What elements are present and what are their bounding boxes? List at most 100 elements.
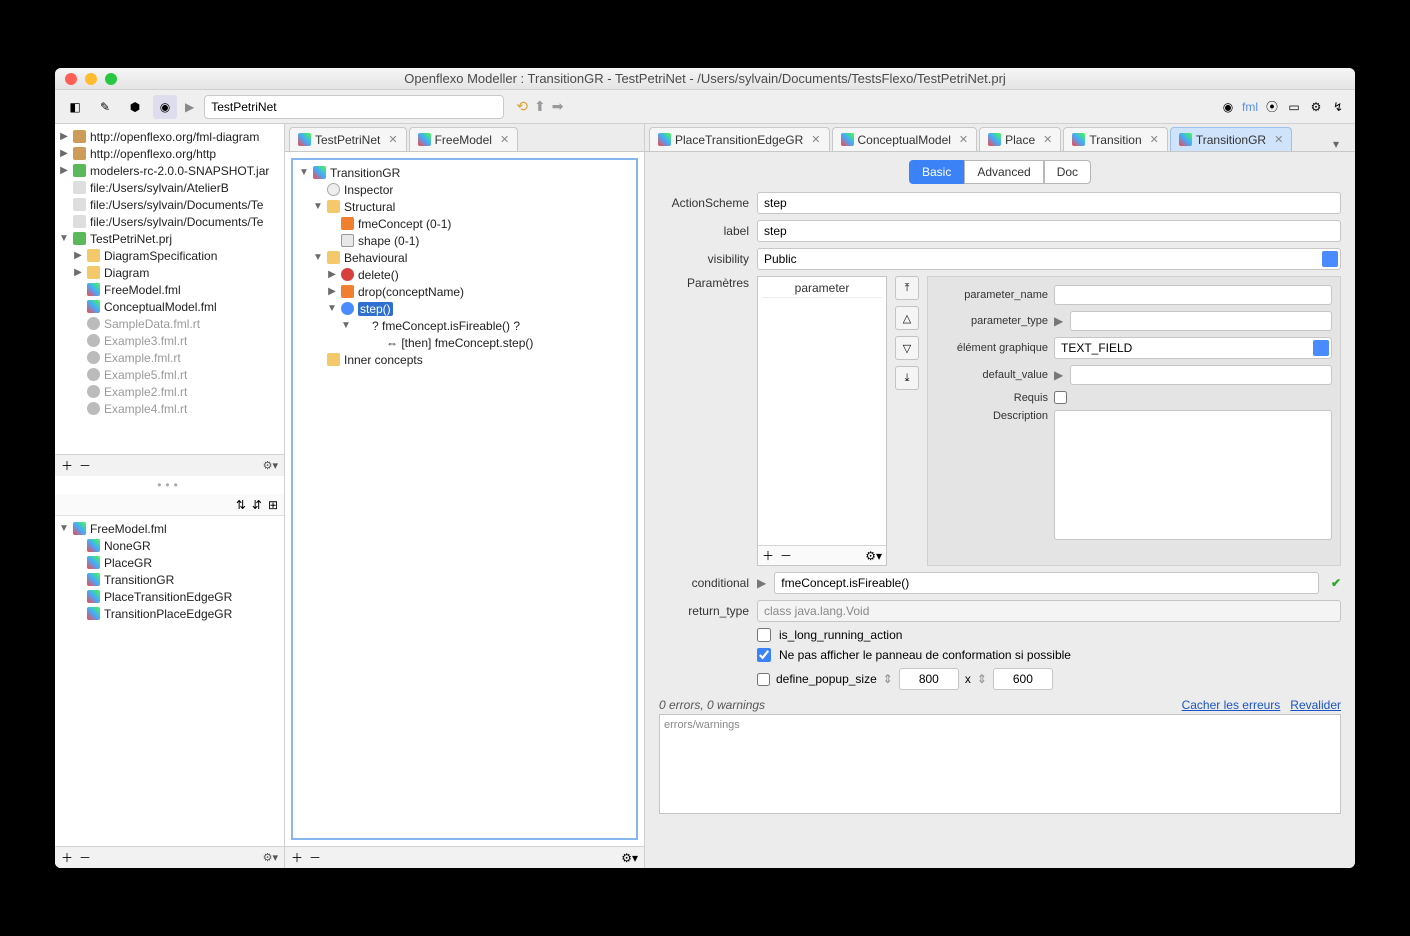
toolbar-icon-4[interactable]: ◉ xyxy=(153,95,177,119)
param-add-icon[interactable]: ＋ xyxy=(762,547,774,564)
splitter-handle[interactable]: ••• xyxy=(55,476,284,494)
remove-icon[interactable]: － xyxy=(79,457,91,474)
tree-row[interactable]: Example3.fml.rt xyxy=(57,332,282,349)
disclosure-icon[interactable]: ▼ xyxy=(313,201,323,212)
hide-errors-link[interactable]: Cacher les erreurs xyxy=(1182,698,1281,712)
param-name-input[interactable] xyxy=(1054,285,1332,305)
tab-advanced[interactable]: Advanced xyxy=(964,160,1043,184)
param-remove-icon[interactable]: － xyxy=(780,547,792,564)
disclosure-icon[interactable]: ▼ xyxy=(299,167,309,178)
breadcrumb-input[interactable]: TestPetriNet xyxy=(204,95,504,119)
gear-icon[interactable]: ⚙▾ xyxy=(263,459,278,472)
perspective-icon-3[interactable]: ⦿ xyxy=(1263,98,1281,116)
move-bottom-icon[interactable]: ⤓ xyxy=(895,366,919,390)
nav-forward-icon[interactable]: ➡ xyxy=(552,98,564,115)
tree-row[interactable]: ▶http://openflexo.org/http xyxy=(57,145,282,162)
tree-row[interactable]: Example2.fml.rt xyxy=(57,383,282,400)
disclosure-icon[interactable]: ▶ xyxy=(327,286,337,297)
editor-tab[interactable]: PlaceTransitionEdgeGR✕ xyxy=(649,127,830,151)
tree-row[interactable]: ▼TransitionGR xyxy=(297,164,632,181)
nav-back-icon[interactable]: ⟲ xyxy=(516,98,528,115)
perspective-icon-4[interactable]: ▭ xyxy=(1285,98,1303,116)
move-down-icon[interactable]: ▽ xyxy=(895,336,919,360)
action-scheme-input[interactable] xyxy=(757,192,1341,214)
editor-tab[interactable]: TestPetriNet✕ xyxy=(289,127,407,151)
perspective-icon-2[interactable]: fml xyxy=(1241,98,1259,116)
tree-row[interactable]: TransitionPlaceEdgeGR xyxy=(57,605,282,622)
long-running-checkbox[interactable] xyxy=(757,628,771,642)
perspective-icon-5[interactable]: ⚙ xyxy=(1307,98,1325,116)
close-tab-icon[interactable]: ✕ xyxy=(1043,133,1052,146)
close-tab-icon[interactable]: ✕ xyxy=(811,133,820,146)
close-tab-icon[interactable]: ✕ xyxy=(388,133,397,146)
close-window-icon[interactable] xyxy=(65,73,77,85)
editor-tab[interactable]: Place✕ xyxy=(979,127,1061,151)
hierarchy-icon-3[interactable]: ⊞ xyxy=(268,498,278,512)
gear-icon[interactable]: ⚙▾ xyxy=(865,549,882,563)
model-browser[interactable]: ▼FreeModel.fmlNoneGRPlaceGRTransitionGRP… xyxy=(55,516,284,846)
popup-width-input[interactable] xyxy=(899,668,959,690)
concept-outline[interactable]: ▼TransitionGRInspector▼StructuralfmeConc… xyxy=(291,158,638,840)
close-tab-icon[interactable]: ✕ xyxy=(500,133,509,146)
tree-row[interactable]: ▼step() xyxy=(297,300,632,317)
visibility-select[interactable]: Public xyxy=(757,248,1341,270)
stepper-icon[interactable]: ⇕ xyxy=(883,672,893,686)
close-tab-icon[interactable]: ✕ xyxy=(1274,133,1283,146)
nav-up-icon[interactable]: ⬆ xyxy=(534,98,546,115)
toolbar-icon-2[interactable]: ✎ xyxy=(93,95,117,119)
tree-row[interactable]: SampleData.fml.rt xyxy=(57,315,282,332)
close-tab-icon[interactable]: ✕ xyxy=(1150,133,1159,146)
tree-row[interactable]: ▼? fmeConcept.isFireable() ? xyxy=(297,317,632,334)
tree-row[interactable]: Example.fml.rt xyxy=(57,349,282,366)
conditional-input[interactable] xyxy=(774,572,1319,594)
disclosure-icon[interactable]: ▼ xyxy=(341,320,351,331)
editor-tab[interactable]: TransitionGR✕ xyxy=(1170,127,1292,151)
hierarchy-icon-1[interactable]: ⇅ xyxy=(236,498,246,512)
zoom-window-icon[interactable] xyxy=(105,73,117,85)
tree-row[interactable]: file:/Users/sylvain/AtelierB xyxy=(57,179,282,196)
minimize-window-icon[interactable] xyxy=(85,73,97,85)
toolbar-icon-3[interactable]: ⬢ xyxy=(123,95,147,119)
tree-row[interactable]: PlaceGR xyxy=(57,554,282,571)
disclosure-icon[interactable]: ▼ xyxy=(327,303,337,314)
gear-icon[interactable]: ⚙▾ xyxy=(263,851,278,864)
disclosure-icon[interactable]: ▶ xyxy=(327,269,337,280)
errors-list[interactable]: errors/warnings xyxy=(659,714,1341,814)
tree-row[interactable]: FreeModel.fml xyxy=(57,281,282,298)
toolbar-icon-1[interactable]: ◧ xyxy=(63,95,87,119)
move-top-icon[interactable]: ⤒ xyxy=(895,276,919,300)
tree-row[interactable]: ▶Diagram xyxy=(57,264,282,281)
tree-row[interactable]: Example4.fml.rt xyxy=(57,400,282,417)
tree-row[interactable]: PlaceTransitionEdgeGR xyxy=(57,588,282,605)
hierarchy-icon-2[interactable]: ⇵ xyxy=(252,498,262,512)
popup-height-input[interactable] xyxy=(993,668,1053,690)
param-required-checkbox[interactable] xyxy=(1054,391,1067,404)
tree-row[interactable]: file:/Users/sylvain/Documents/Te xyxy=(57,196,282,213)
disclosure-icon[interactable]: ▼ xyxy=(313,252,323,263)
tree-row[interactable]: ▶drop(conceptName) xyxy=(297,283,632,300)
define-popup-checkbox[interactable] xyxy=(757,673,770,686)
tree-row[interactable]: file:/Users/sylvain/Documents/Te xyxy=(57,213,282,230)
label-input[interactable] xyxy=(757,220,1341,242)
disclosure-icon[interactable]: ▶ xyxy=(59,148,69,159)
add-icon[interactable]: ＋ xyxy=(61,457,73,474)
tree-row[interactable]: ▶DiagramSpecification xyxy=(57,247,282,264)
tree-row[interactable]: TransitionGR xyxy=(57,571,282,588)
tree-row[interactable]: ▶delete() xyxy=(297,266,632,283)
tree-row[interactable]: ConceptualModel.fml xyxy=(57,298,282,315)
hide-panel-checkbox[interactable] xyxy=(757,648,771,662)
expand-conditional-icon[interactable]: ▶ xyxy=(757,576,766,590)
tree-row[interactable]: ⇔ [then] fmeConcept.step() xyxy=(297,334,632,351)
revalidate-link[interactable]: Revalider xyxy=(1290,698,1341,712)
disclosure-icon[interactable]: ▶ xyxy=(59,131,69,142)
tree-row[interactable]: ▼Structural xyxy=(297,198,632,215)
disclosure-icon[interactable]: ▶ xyxy=(73,267,83,278)
tree-row[interactable]: ▶http://openflexo.org/fml-diagram xyxy=(57,128,282,145)
tree-row[interactable]: Inspector xyxy=(297,181,632,198)
collapse-icon[interactable]: － xyxy=(309,849,321,866)
move-up-icon[interactable]: △ xyxy=(895,306,919,330)
disclosure-icon[interactable]: ▶ xyxy=(59,165,69,176)
tree-row[interactable]: Example5.fml.rt xyxy=(57,366,282,383)
remove-icon[interactable]: － xyxy=(79,849,91,866)
disclosure-icon[interactable]: ▼ xyxy=(59,523,69,534)
